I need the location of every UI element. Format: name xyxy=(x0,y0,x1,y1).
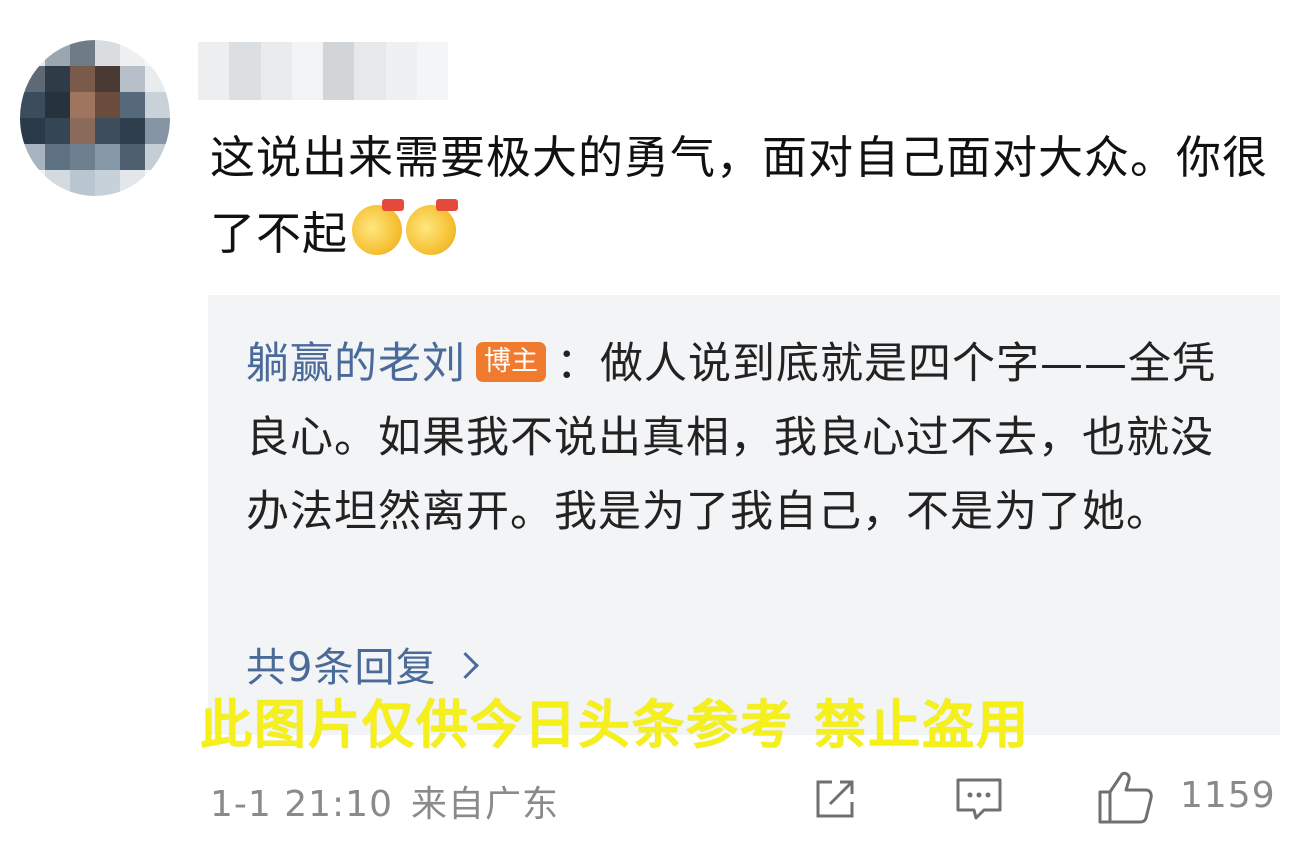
reply-separator: ： xyxy=(556,339,600,389)
reply-author-link[interactable]: 躺赢的老刘 xyxy=(246,339,466,389)
reply-text: 躺赢的老刘 博主 ：做人说到底就是四个字——全凭良心。如果我不说出真相，我良心过不去… xyxy=(246,327,1256,549)
comment-text: 这说出来需要极大的勇气，面对自己面对大众。你很了不起 xyxy=(210,120,1290,272)
comment-location: 来自广东 xyxy=(411,784,560,825)
share-icon[interactable] xyxy=(808,772,862,826)
comment-date: 1-1 21:10 xyxy=(210,784,393,825)
666-emoji-icon xyxy=(352,199,405,255)
watermark-text: 此图片仅供今日头条参考 禁止盗用 xyxy=(200,696,1031,756)
chevron-right-icon xyxy=(452,652,480,679)
author-badge: 博主 xyxy=(476,342,546,382)
666-emoji-icon xyxy=(406,199,459,255)
reply-preview[interactable]: 躺赢的老刘 博主 ：做人说到底就是四个字——全凭良心。如果我不说出真相，我良心过不去… xyxy=(208,295,1280,735)
comment-meta: 1-1 21:10 来自广东 xyxy=(210,775,559,827)
comment-card: 这说出来需要极大的勇气，面对自己面对大众。你很了不起 躺赢的老刘 博主 ：做人说到底… xyxy=(0,0,1314,860)
thumbs-up-icon[interactable] xyxy=(1096,768,1156,826)
username-blurred[interactable] xyxy=(198,42,448,100)
like-count: 1159 xyxy=(1180,775,1276,816)
avatar[interactable] xyxy=(20,40,170,196)
comment-icon[interactable] xyxy=(952,772,1006,826)
